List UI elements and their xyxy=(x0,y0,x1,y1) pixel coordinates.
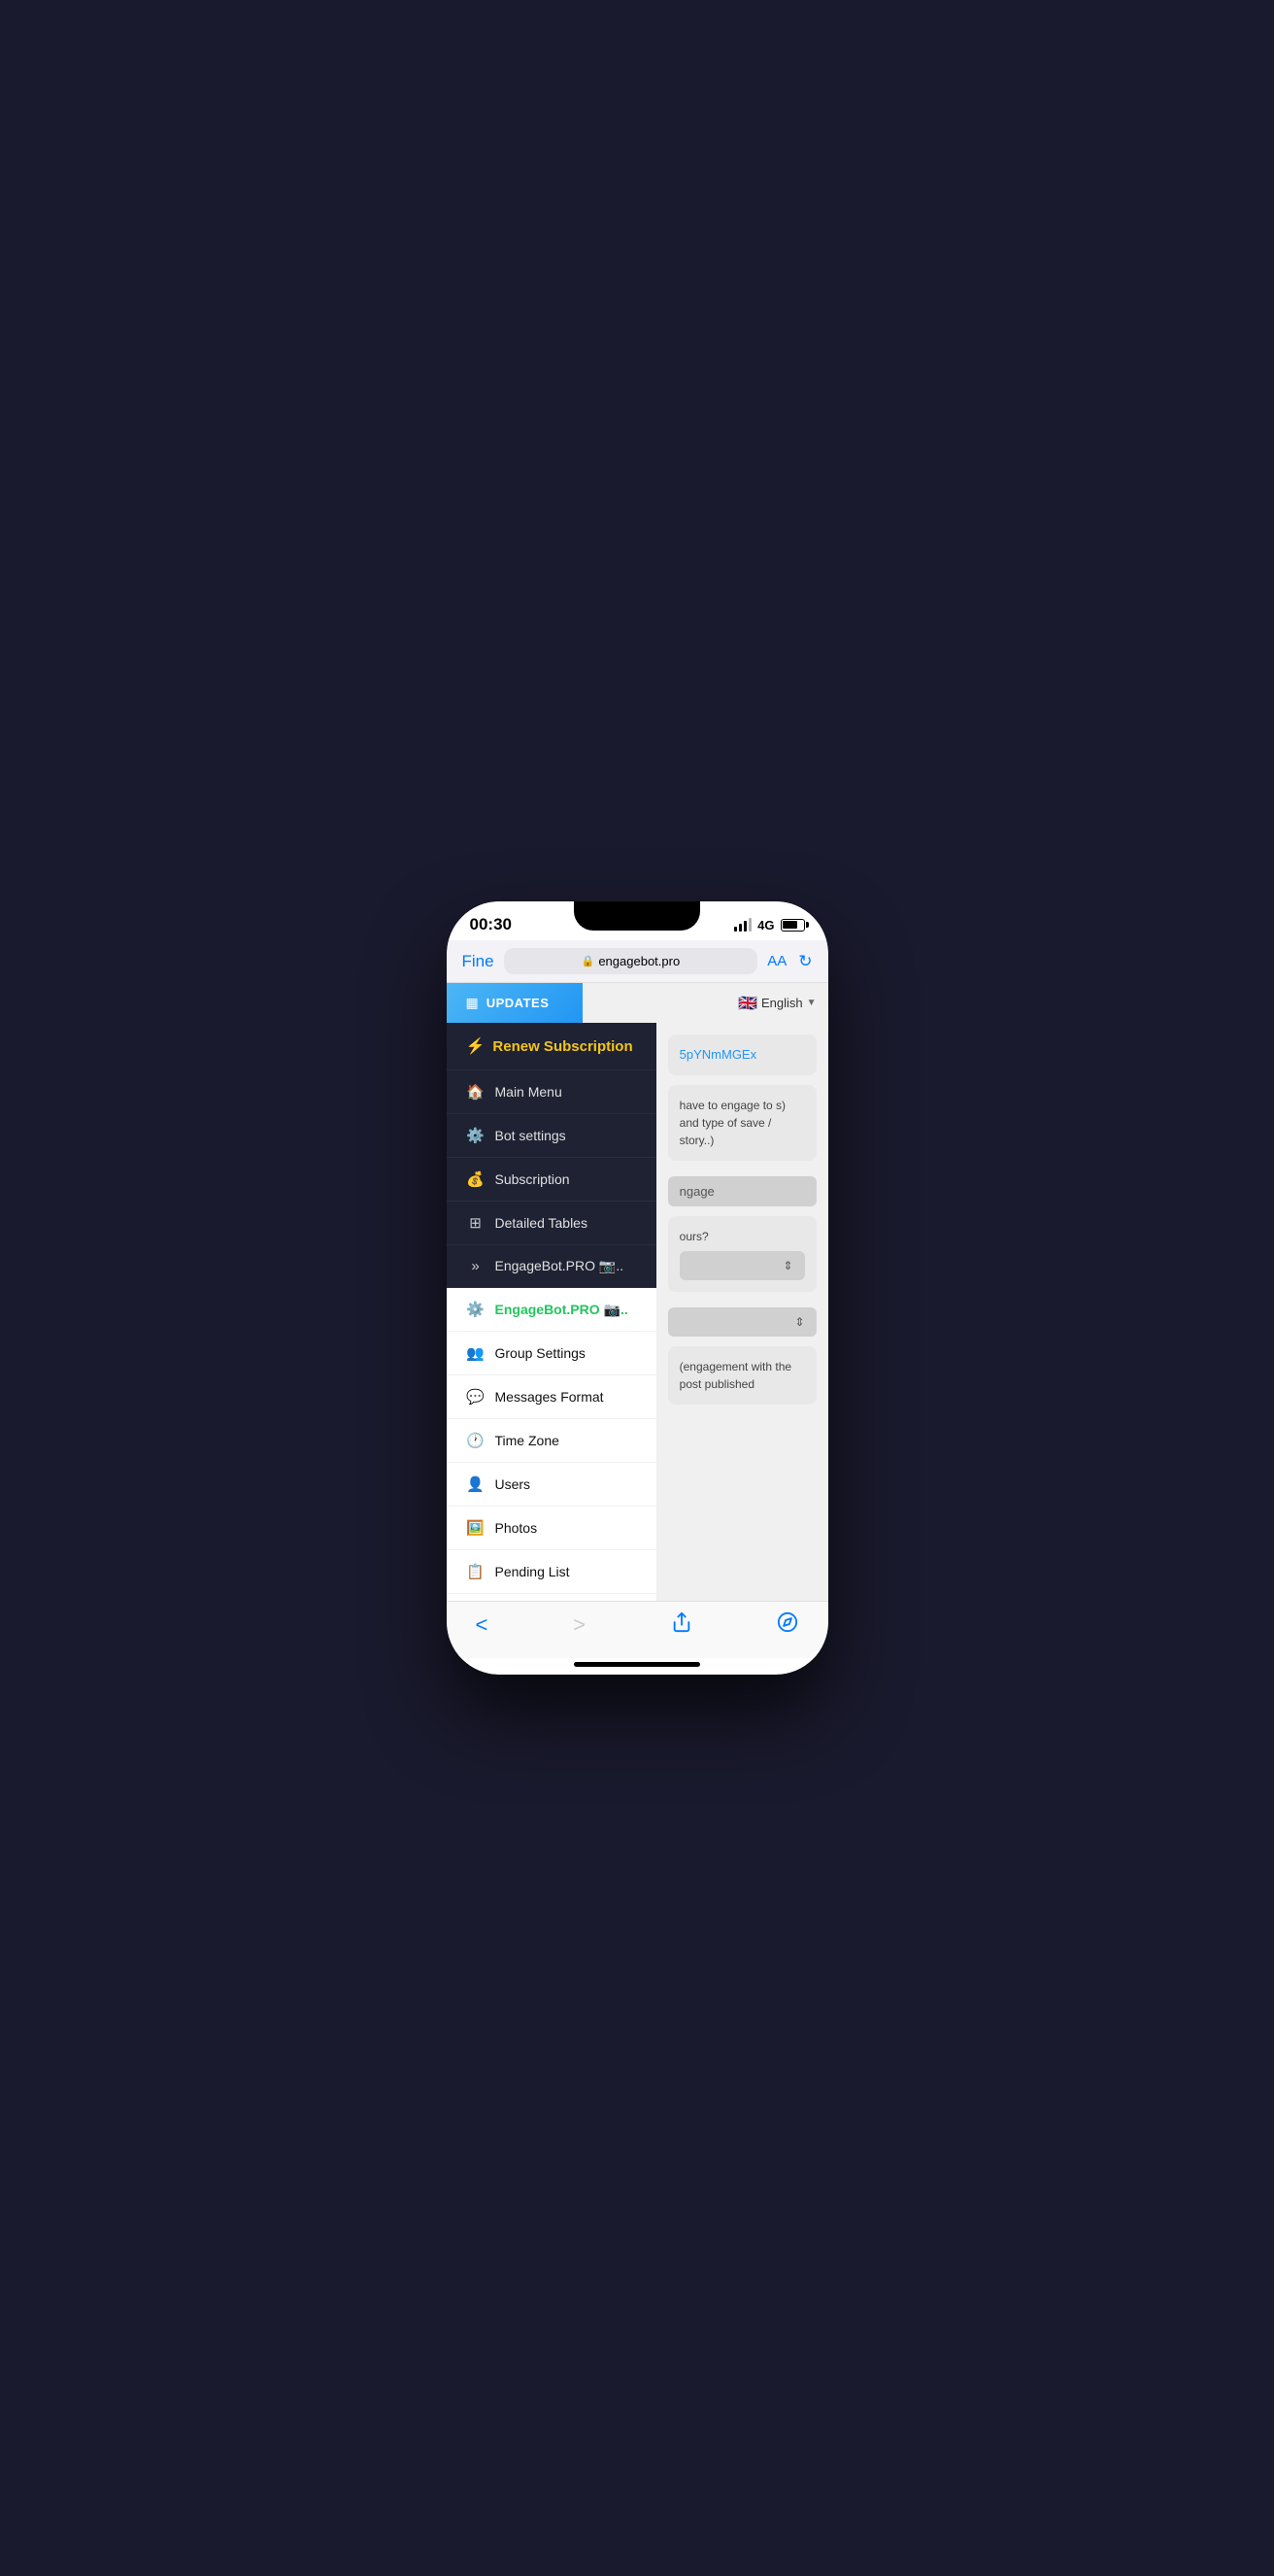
select-dropdown-1[interactable]: ⇕ xyxy=(680,1251,805,1280)
content-description: have to engage to s) and type of save / … xyxy=(680,1099,786,1147)
battery-fill xyxy=(783,921,797,929)
sidebar-light-section: ⚙️ EngageBot.PRO 📷.. 👥 Group Settings 💬 … xyxy=(447,1288,656,1601)
sidebar-item-subscription[interactable]: 💰 Subscription xyxy=(447,1158,656,1202)
users-icon: 👤 xyxy=(466,1475,486,1493)
language-dropdown[interactable]: 🇬🇧 English ▼ xyxy=(738,994,816,1013)
signal-bars xyxy=(734,918,752,932)
header-right: 🇬🇧 English ▼ xyxy=(583,983,828,1023)
content-inner: 5pYNmMGEx have to engage to s) and type … xyxy=(656,1023,828,1416)
engagebot-dark-label: EngageBot.PRO 📷.. xyxy=(495,1258,624,1274)
select-arrows-icon-2: ⇕ xyxy=(794,1315,804,1329)
main-content-area: 5pYNmMGEx have to engage to s) and type … xyxy=(656,1023,828,1601)
updates-icon: ▦ xyxy=(466,995,479,1011)
time-zone-label: Time Zone xyxy=(495,1433,559,1448)
sidebar-item-engagebot-dark[interactable]: » EngageBot.PRO 📷.. xyxy=(447,1245,656,1288)
browser-bar: Fine 🔒 engagebot.pro AA ↻ xyxy=(447,940,828,983)
share-button[interactable] xyxy=(671,1611,692,1639)
sidebar-item-detailed-tables[interactable]: ⊞ Detailed Tables xyxy=(447,1202,656,1245)
phone-frame: 00:30 4G Fine 🔒 engagebot.pro xyxy=(447,901,828,1675)
site-header: ▦ UPDATES 🇬🇧 English ▼ xyxy=(447,983,828,1023)
nav-back-button[interactable]: < xyxy=(476,1612,488,1638)
sidebar-item-time-zone[interactable]: 🕐 Time Zone xyxy=(447,1419,656,1463)
browser-url-bar[interactable]: 🔒 engagebot.pro xyxy=(504,948,758,974)
lock-icon: 🔒 xyxy=(582,955,595,967)
sidebar-dark-section: ⚡ Renew Subscription 🏠 Main Menu ⚙️ Bot … xyxy=(447,1023,656,1288)
content-card-description: have to engage to s) and type of save / … xyxy=(668,1085,817,1161)
signal-bar-3 xyxy=(744,921,747,932)
sidebar-menu: ⚡ Renew Subscription 🏠 Main Menu ⚙️ Bot … xyxy=(447,1023,656,1601)
signal-bar-1 xyxy=(734,927,737,932)
content-area: ▦ UPDATES 🇬🇧 English ▼ xyxy=(447,983,828,1601)
content-card-link: 5pYNmMGEx xyxy=(668,1034,817,1075)
subscription-label: Subscription xyxy=(495,1171,570,1187)
sidebar-item-bot-settings[interactable]: ⚙️ Bot settings xyxy=(447,1114,656,1158)
signal-bar-4 xyxy=(749,918,752,932)
pending-list-label: Pending List xyxy=(495,1564,570,1579)
flag-icon: 🇬🇧 xyxy=(738,994,757,1013)
sidebar-item-pending-list[interactable]: 📋 Pending List xyxy=(447,1550,656,1594)
photos-label: Photos xyxy=(495,1520,538,1536)
home-indicator xyxy=(574,1662,700,1667)
sidebar-item-messages-format[interactable]: 💬 Messages Format xyxy=(447,1375,656,1419)
status-time: 00:30 xyxy=(470,915,512,934)
content-bottom-text: (engagement with the post published xyxy=(680,1360,791,1391)
users-label: Users xyxy=(495,1476,531,1492)
browser-actions: AA ↻ xyxy=(767,952,812,971)
content-card-question: ours? ⇕ xyxy=(668,1216,817,1292)
select-arrows-icon-1: ⇕ xyxy=(783,1259,792,1272)
sidebar-item-engagebot-pro[interactable]: ⚙️ EngageBot.PRO 📷.. xyxy=(447,1288,656,1332)
signal-bar-2 xyxy=(739,924,742,932)
messages-format-label: Messages Format xyxy=(495,1389,604,1405)
tables-icon: ⊞ xyxy=(466,1214,486,1232)
status-icons: 4G xyxy=(734,918,804,932)
gear-icon: ⚙️ xyxy=(466,1127,486,1144)
notch xyxy=(574,901,700,931)
content-link[interactable]: 5pYNmMGEx xyxy=(680,1047,756,1062)
content-question: ours? xyxy=(680,1230,709,1243)
clock-icon: 🕐 xyxy=(466,1432,486,1449)
engagebot-pro-label: EngageBot.PRO 📷.. xyxy=(495,1302,628,1318)
lightning-icon: ⚡ xyxy=(466,1036,486,1056)
group-icon: 👥 xyxy=(466,1344,486,1362)
bot-settings-label: Bot settings xyxy=(495,1128,566,1143)
language-label: English xyxy=(761,996,803,1010)
content-card-bottom: (engagement with the post published xyxy=(668,1346,817,1405)
url-text: engagebot.pro xyxy=(598,954,680,968)
nav-forward-button[interactable]: > xyxy=(573,1612,586,1638)
sidebar-item-users[interactable]: 👤 Users xyxy=(447,1463,656,1507)
browser-back-button[interactable]: Fine xyxy=(462,952,494,971)
aa-button[interactable]: AA xyxy=(767,953,787,969)
main-menu-label: Main Menu xyxy=(495,1084,562,1100)
photos-icon: 🖼️ xyxy=(466,1519,486,1537)
group-settings-label: Group Settings xyxy=(495,1345,586,1361)
detailed-tables-label: Detailed Tables xyxy=(495,1215,587,1231)
sidebar-item-photos[interactable]: 🖼️ Photos xyxy=(447,1507,656,1550)
engagebot-gear-icon: ⚙️ xyxy=(466,1301,486,1318)
sidebar-item-main-menu[interactable]: 🏠 Main Menu xyxy=(447,1070,656,1114)
sidebar-item-premium-users[interactable]: ☆ Premium Users xyxy=(447,1594,656,1601)
battery-icon xyxy=(781,919,805,932)
messages-icon: 💬 xyxy=(466,1388,486,1406)
updates-label: UPDATES xyxy=(486,996,550,1010)
engagebot-arrows-icon: » xyxy=(466,1258,486,1274)
overlay-layout: ⚡ Renew Subscription 🏠 Main Menu ⚙️ Bot … xyxy=(447,1023,828,1601)
home-icon: 🏠 xyxy=(466,1083,486,1101)
compass-button[interactable] xyxy=(777,1611,798,1639)
dropdown-arrow-icon: ▼ xyxy=(807,998,817,1008)
sidebar-item-group-settings[interactable]: 👥 Group Settings xyxy=(447,1332,656,1375)
engage-input[interactable]: ngage xyxy=(668,1176,817,1206)
renew-subscription-label: Renew Subscription xyxy=(492,1038,632,1055)
renew-subscription-item[interactable]: ⚡ Renew Subscription xyxy=(447,1023,656,1070)
select-dropdown-2[interactable]: ⇕ xyxy=(668,1307,817,1337)
phone-screen: 00:30 4G Fine 🔒 engagebot.pro xyxy=(447,901,828,1675)
pending-list-icon: 📋 xyxy=(466,1563,486,1580)
refresh-icon[interactable]: ↻ xyxy=(798,952,812,971)
network-type: 4G xyxy=(757,918,774,932)
bottom-nav: < > xyxy=(447,1601,828,1658)
updates-tab[interactable]: ▦ UPDATES xyxy=(447,983,583,1023)
subscription-icon: 💰 xyxy=(466,1170,486,1188)
